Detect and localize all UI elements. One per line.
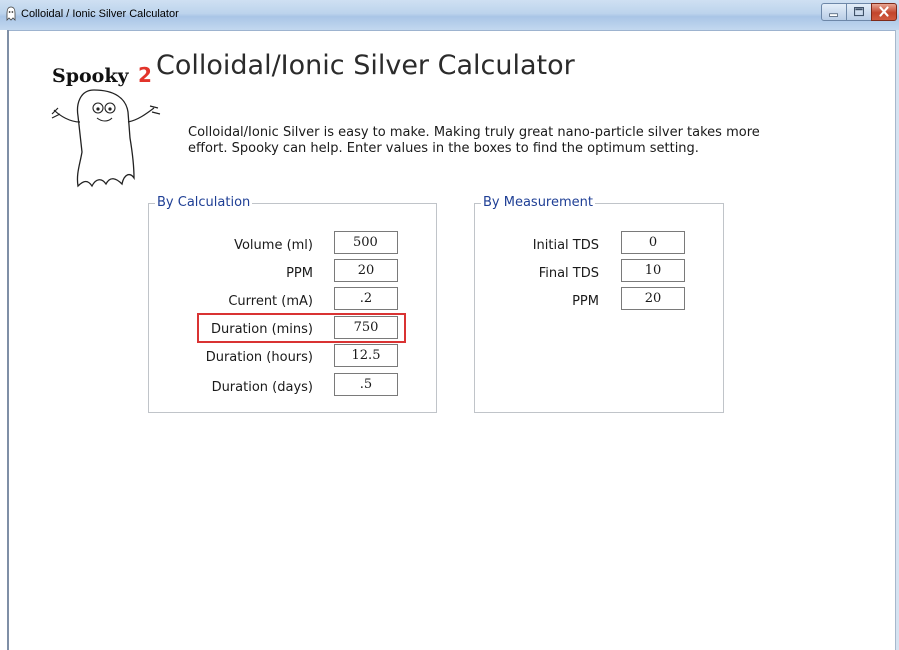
by-measurement-legend: By Measurement [481,195,595,211]
final-tds-input[interactable]: 10 [621,259,685,282]
current-input[interactable]: .2 [334,287,398,310]
ppm-input[interactable]: 20 [334,259,398,282]
measurement-ppm-label: PPM [572,294,599,309]
current-label: Current (mA) [228,294,313,309]
close-button[interactable] [871,3,897,21]
maximize-icon [854,7,864,17]
duration-hours-input[interactable]: 12.5 [334,344,398,367]
volume-input[interactable]: 500 [334,231,398,254]
intro-line-2: effort. Spooky can help. Enter values in… [188,141,699,156]
ppm-label: PPM [286,266,313,281]
initial-tds-label: Initial TDS [532,238,599,253]
maximize-button[interactable] [846,3,872,21]
close-icon [879,6,889,17]
window-title: Colloidal / Ionic Silver Calculator [21,8,179,20]
duration-hours-label: Duration (hours) [205,350,313,365]
initial-tds-input[interactable]: 0 [621,231,685,254]
intro-text: Colloidal/Ionic Silver is easy to make. … [188,125,768,157]
volume-label: Volume (ml) [234,238,313,253]
by-measurement-group: By Measurement [474,195,724,413]
logo-text: Spooky [52,65,130,87]
window-frame-right [895,30,899,650]
window-frame-left [0,30,9,650]
final-tds-label: Final TDS [538,266,599,281]
spooky-ghost-logo: Spooky 2 [51,63,161,188]
page-title: Colloidal/Ionic Silver Calculator [156,50,575,81]
logo-mark: 2 [138,63,152,87]
by-calculation-legend: By Calculation [155,195,253,211]
duration-days-input[interactable]: .5 [334,373,398,396]
duration-mins-input[interactable]: 750 [334,316,398,339]
app-icon [6,6,16,21]
title-bar[interactable]: Colloidal / Ionic Silver Calculator [0,0,899,31]
duration-days-label: Duration (days) [211,380,313,395]
minimize-button[interactable] [821,3,847,21]
intro-line-1: Colloidal/Ionic Silver is easy to make. … [188,125,760,140]
duration-mins-label: Duration (mins) [210,322,313,337]
minimize-icon [829,13,838,17]
measurement-ppm-input[interactable]: 20 [621,287,685,310]
